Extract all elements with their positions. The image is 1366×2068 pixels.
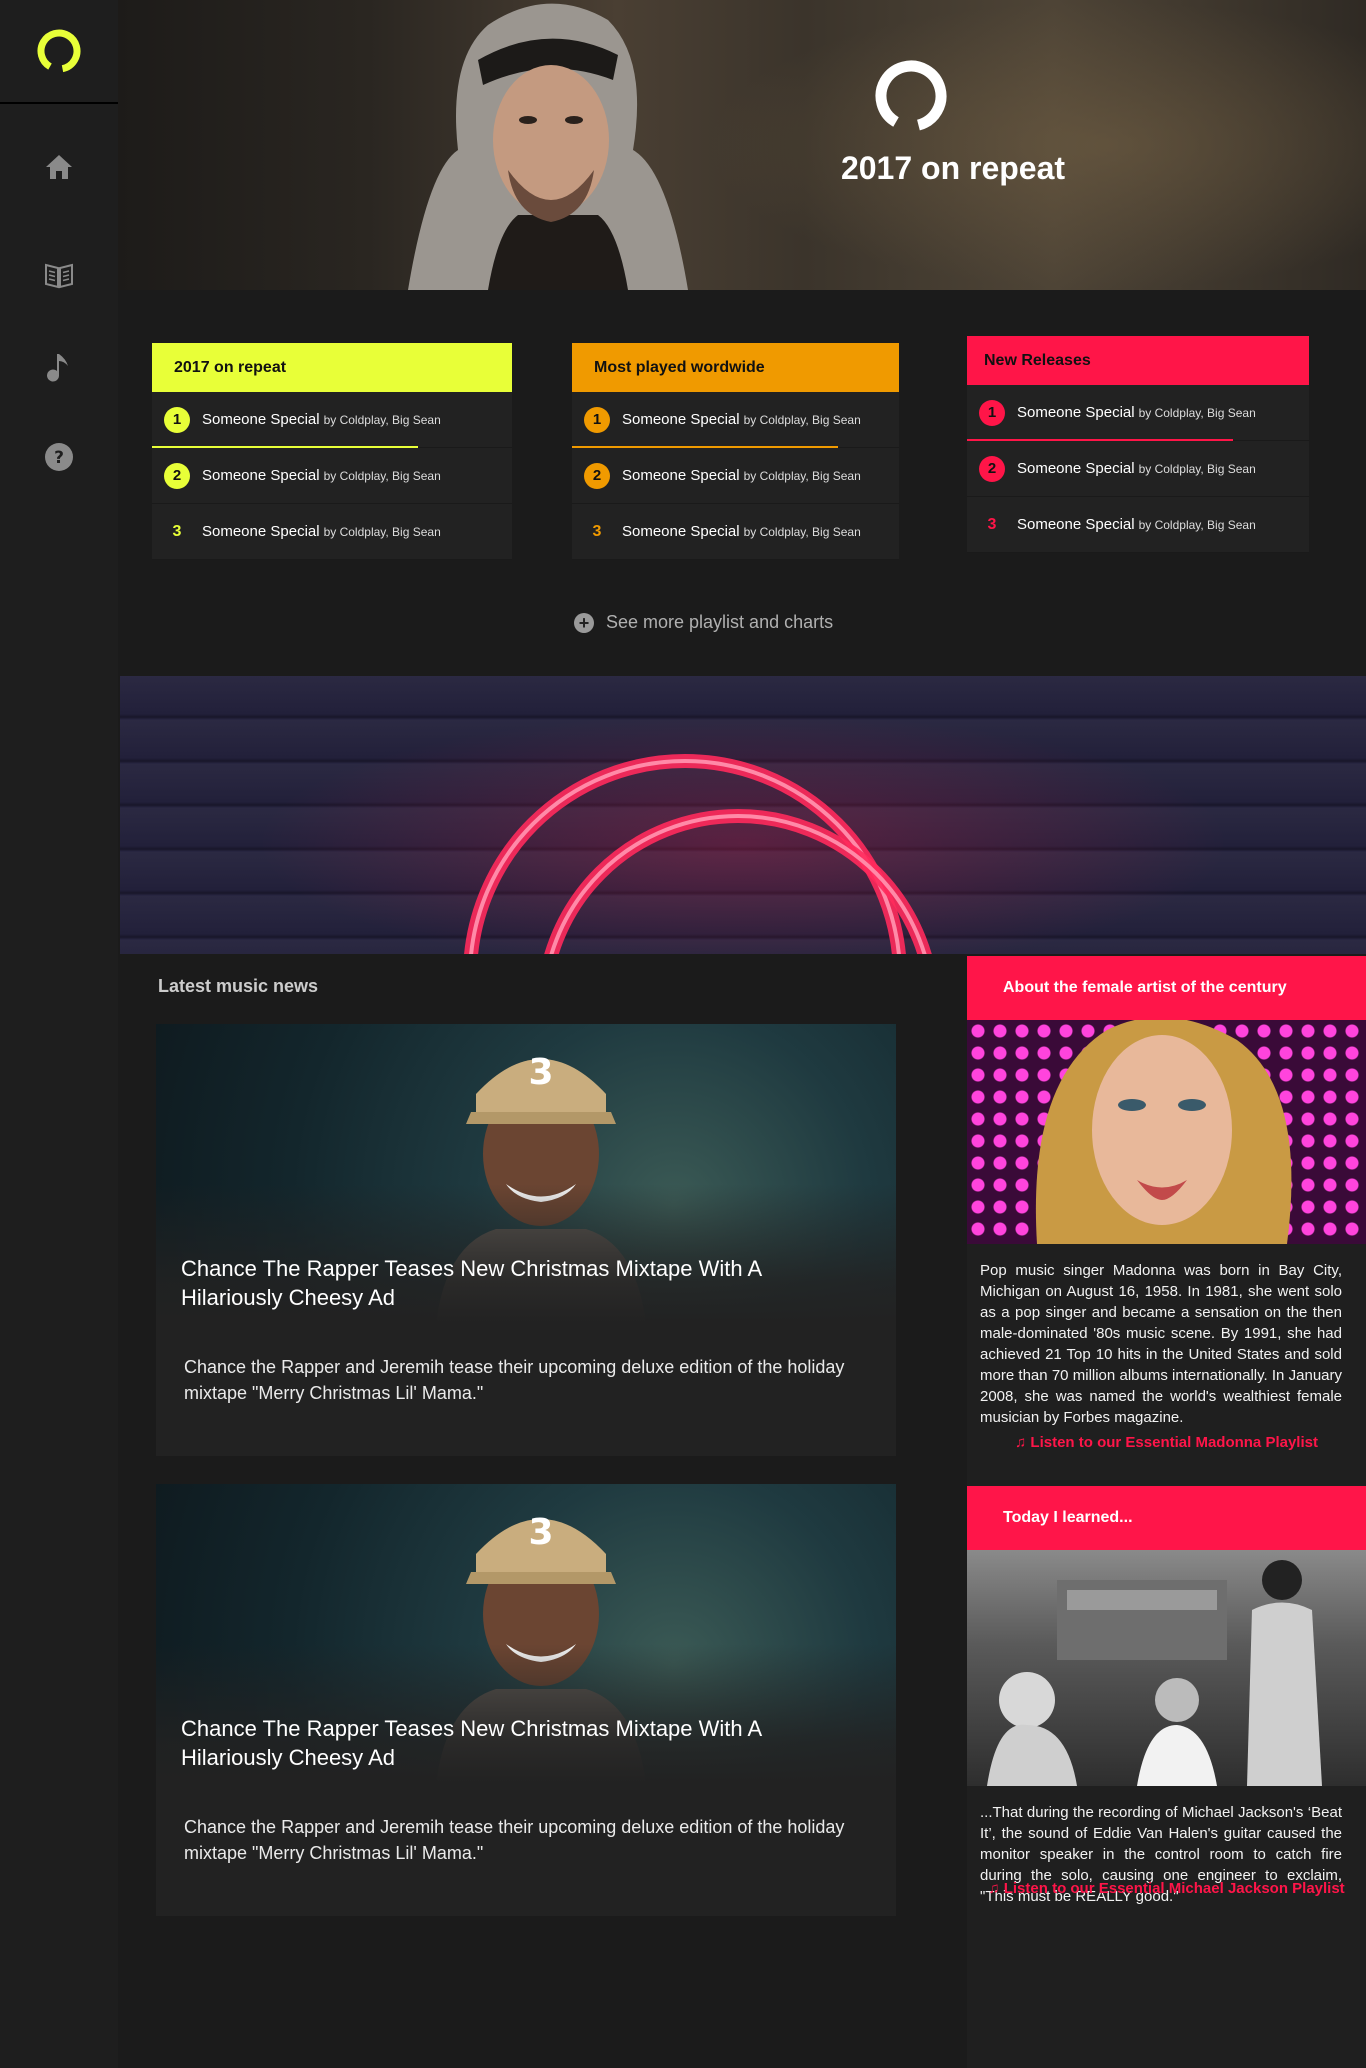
hero-logo-icon xyxy=(875,60,947,132)
song-title: Someone Special xyxy=(622,467,740,484)
logo-icon xyxy=(37,29,81,73)
chart-row[interactable]: 2 Someone Special by Coldplay, Big Sean xyxy=(967,441,1309,497)
chart-row[interactable]: 3 Someone Special by Coldplay, Big Sean xyxy=(967,497,1309,553)
hero-artist-image xyxy=(408,3,688,290)
song-title: Someone Special xyxy=(202,467,320,484)
song-artists: by Coldplay, Big Sean xyxy=(743,524,861,539)
about-artist-heading: About the female artist of the century xyxy=(967,956,1366,1020)
song-title: Someone Special xyxy=(1017,516,1135,533)
news-headline[interactable]: Chance The Rapper Teases New Christmas M… xyxy=(181,1254,821,1312)
song-title: Someone Special xyxy=(1017,460,1135,477)
news-description: Chance the Rapper and Jeremih tease thei… xyxy=(184,1817,845,1863)
song-artists: by Coldplay, Big Sean xyxy=(1138,517,1256,532)
chart-title: 2017 on repeat xyxy=(152,343,512,392)
about-artist-text: Pop music singer Madonna was born in Bay… xyxy=(980,1262,1342,1426)
song-title: Someone Special xyxy=(622,523,740,540)
news-section-title: Latest music news xyxy=(158,976,319,996)
studio-photo-image xyxy=(987,1560,1322,1786)
sidebar-item-music[interactable] xyxy=(0,352,118,388)
chart-title: Most played wordwide xyxy=(572,343,899,392)
chart-row[interactable]: 3 Someone Special by Coldplay, Big Sean xyxy=(152,504,512,560)
sidebar-item-library[interactable] xyxy=(0,260,118,290)
book-icon xyxy=(45,263,73,289)
song-artists: by Coldplay, Big Sean xyxy=(323,412,441,427)
til-text: ...That during the recording of Michael … xyxy=(980,1804,1342,1905)
rank-badge: 2 xyxy=(164,462,190,489)
neon-logo-banner[interactable] xyxy=(120,676,1366,954)
song-title: Someone Special xyxy=(1017,404,1135,421)
logo[interactable] xyxy=(0,0,118,104)
chart-title: New Releases xyxy=(967,336,1309,385)
help-icon: ? xyxy=(45,443,73,471)
rank-badge: 1 xyxy=(164,406,190,433)
song-title: Someone Special xyxy=(202,411,320,428)
news-headline[interactable]: Chance The Rapper Teases New Christmas M… xyxy=(181,1714,821,1772)
svg-text:?: ? xyxy=(54,448,64,468)
michael-jackson-playlist-link[interactable]: ♫ Listen to our Essential Michael Jackso… xyxy=(967,1876,1366,1920)
madonna-image xyxy=(967,1020,1366,1244)
see-more-link[interactable]: + See more playlist and charts xyxy=(574,612,833,633)
news-image: 3 Chance The Rapper Teases New Christmas… xyxy=(156,1024,896,1324)
hero-title: 2017 on repeat xyxy=(840,150,1066,186)
til-heading: Today I learned... xyxy=(967,1486,1366,1550)
music-note-icon xyxy=(47,354,68,382)
song-title: Someone Special xyxy=(622,411,740,428)
song-artists: by Coldplay, Big Sean xyxy=(1138,405,1256,420)
studio-photo xyxy=(967,1550,1366,1786)
chart-row[interactable]: 1 Someone Special by Coldplay, Big Sean xyxy=(152,392,512,448)
rank-badge: 3 xyxy=(172,522,182,540)
rank-badge: 1 xyxy=(584,406,610,433)
plus-circle-icon: + xyxy=(574,612,594,633)
sidebar-item-help[interactable]: ? xyxy=(0,442,118,472)
sidebar: ? xyxy=(0,0,118,2068)
svg-text:3: 3 xyxy=(528,1052,553,1093)
chart-on-repeat: 2017 on repeat 1 Someone Special by Cold… xyxy=(152,343,512,560)
chart-row[interactable]: 3 Someone Special by Coldplay, Big Sean xyxy=(572,504,899,560)
chart-new-releases: New Releases 1 Someone Special by Coldpl… xyxy=(967,336,1309,553)
home-icon xyxy=(46,155,72,179)
song-artists: by Coldplay, Big Sean xyxy=(1138,461,1256,476)
song-title: Someone Special xyxy=(202,523,320,540)
song-artists: by Coldplay, Big Sean xyxy=(743,412,861,427)
hero-banner[interactable]: 2017 on repeat xyxy=(118,0,1366,290)
rank-badge: 3 xyxy=(987,515,997,533)
chart-row[interactable]: 2 Someone Special by Coldplay, Big Sean xyxy=(572,448,899,504)
chart-row[interactable]: 1 Someone Special by Coldplay, Big Sean xyxy=(572,392,899,448)
neon-logo-image xyxy=(464,754,932,954)
rank-badge: 2 xyxy=(979,455,1005,482)
chart-row[interactable]: 1 Someone Special by Coldplay, Big Sean xyxy=(967,385,1309,441)
news-card[interactable]: 3 Chance The Rapper Teases New Christmas… xyxy=(156,1484,896,1916)
right-column: About the female artist of the century P… xyxy=(967,956,1366,2068)
news-description: Chance the Rapper and Jeremih tease thei… xyxy=(184,1357,845,1403)
news-image: 3 Chance The Rapper Teases New Christmas… xyxy=(156,1484,896,1784)
chart-most-played: Most played wordwide 1 Someone Special b… xyxy=(572,343,899,560)
song-artists: by Coldplay, Big Sean xyxy=(743,468,861,483)
song-artists: by Coldplay, Big Sean xyxy=(323,524,441,539)
rank-badge: 2 xyxy=(584,462,610,489)
madonna-playlist-link[interactable]: ♫ Listen to our Essential Madonna Playli… xyxy=(967,1434,1366,1478)
song-artists: by Coldplay, Big Sean xyxy=(323,468,441,483)
svg-text:3: 3 xyxy=(528,1512,553,1553)
rank-badge: 3 xyxy=(592,522,602,540)
see-more-label: See more playlist and charts xyxy=(606,612,834,632)
news-card[interactable]: 3 Chance The Rapper Teases New Christmas… xyxy=(156,1024,896,1456)
rank-badge: 1 xyxy=(979,399,1005,426)
sidebar-item-home[interactable] xyxy=(0,152,118,182)
hero-background-glow xyxy=(706,0,1366,290)
chart-row[interactable]: 2 Someone Special by Coldplay, Big Sean xyxy=(152,448,512,504)
madonna-portrait xyxy=(1035,1020,1292,1244)
